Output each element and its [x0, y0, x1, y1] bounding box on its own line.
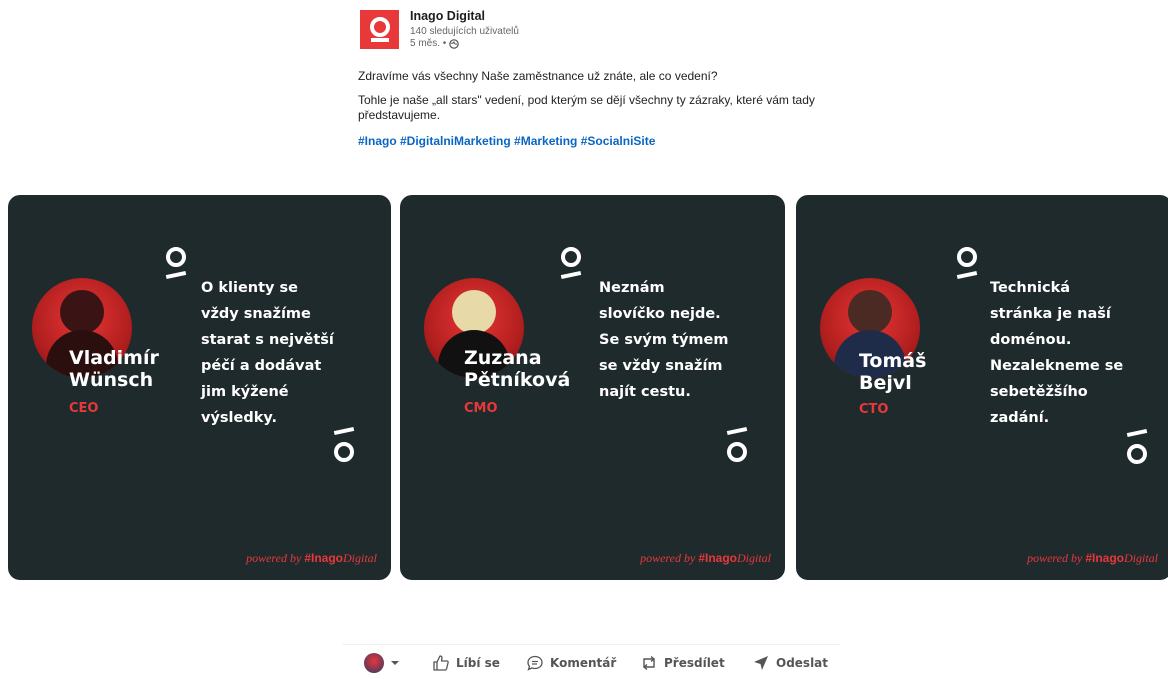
quote-line: najít cestu. — [599, 384, 691, 400]
powered-by-label: powered by #InagoDigital — [640, 551, 771, 566]
person-name: Tomáš Bejvl — [859, 350, 926, 394]
like-label: Líbí se — [456, 655, 500, 670]
powered-brand: #Inago — [1085, 551, 1124, 565]
follower-count: 140 sledujících uživatelů — [410, 26, 519, 37]
person-name-line1: Zuzana — [464, 347, 542, 369]
powered-prefix: powered by — [1027, 551, 1086, 565]
inago-mark-icon — [333, 426, 355, 462]
inago-logo-icon — [369, 16, 390, 42]
quote-line: Technická — [990, 280, 1071, 296]
quote-line: sebetěžšího — [990, 384, 1088, 400]
company-name[interactable]: Inago Digital — [410, 9, 485, 23]
powered-prefix: powered by — [246, 551, 305, 565]
company-logo[interactable] — [360, 10, 399, 49]
person-name: Vladimír Wünsch — [69, 347, 159, 391]
quote-line: výsledky. — [201, 410, 277, 426]
quote-line: slovíčko nejde. — [599, 306, 721, 322]
person-quote: Technická stránka je naší doménou. Nezal… — [990, 275, 1123, 431]
quote-line: stránka je naší — [990, 306, 1111, 322]
post-time-label: 5 měs. • — [410, 38, 447, 49]
powered-suffix: Digital — [736, 551, 771, 565]
repost-button[interactable]: Přesdílet — [640, 645, 725, 679]
powered-brand: #Inago — [304, 551, 343, 565]
portrait-head — [60, 290, 104, 334]
carousel-card-ceo[interactable]: Vladimír Wünsch CEO O klienty se vždy sn… — [8, 195, 391, 580]
comment-button[interactable]: Komentář — [526, 645, 616, 679]
quote-line: péčí a dodávat — [201, 358, 322, 374]
comment-icon — [527, 655, 543, 671]
avatar — [364, 652, 384, 673]
powered-suffix: Digital — [342, 551, 377, 565]
person-quote: Neznám slovíčko nejde. Se svým týmem se … — [599, 275, 728, 405]
powered-brand: #Inago — [698, 551, 737, 565]
comment-label: Komentář — [550, 655, 617, 670]
person-name-line2: Wünsch — [69, 369, 154, 391]
person-name-line2: Pětníková — [464, 369, 571, 391]
like-button[interactable]: Líbí se — [432, 645, 500, 679]
inago-mark-icon — [956, 247, 978, 280]
like-icon — [433, 654, 449, 671]
globe-icon — [449, 38, 460, 49]
page: Inago Digital 140 sledujících uživatelů … — [0, 0, 1168, 679]
carousel-card-cmo[interactable]: Zuzana Pětníková CMO Neznám slovíčko nej… — [400, 195, 785, 580]
inago-mark-icon — [165, 247, 187, 280]
post-text-line2: Tohle je naše „all stars" vedení, pod kt… — [358, 93, 815, 122]
person-role: CMO — [464, 401, 498, 416]
carousel-card-cto[interactable]: Tomáš Bejvl CTO Technická stránka je naš… — [796, 195, 1168, 580]
powered-by-label: powered by #InagoDigital — [1027, 551, 1158, 566]
quote-line: zadání. — [990, 410, 1050, 426]
repost-label: Přesdílet — [664, 655, 725, 670]
inago-mark-icon — [1126, 428, 1148, 464]
repost-icon — [642, 655, 656, 670]
quote-line: jim kýžené — [201, 384, 289, 400]
person-name: Zuzana Pětníková — [464, 347, 570, 391]
quote-line: Se svým týmem — [599, 332, 729, 348]
send-label: Odeslat — [776, 655, 829, 670]
chevron-down-icon — [391, 660, 399, 665]
post-hashtags[interactable]: #Inago #DigitalniMarketing #Marketing #S… — [358, 134, 655, 148]
quote-line: starat s největší — [201, 332, 334, 348]
quote-line: doménou. — [990, 332, 1072, 348]
portrait-head — [848, 290, 892, 334]
inago-mark-icon — [726, 426, 748, 462]
person-name-line1: Vladimír — [69, 347, 159, 369]
inago-mark-icon — [560, 247, 582, 280]
send-button[interactable]: Odeslat — [752, 645, 828, 679]
post-text-line1: Zdravíme vás všechny Naše zaměstnance už… — [358, 69, 718, 83]
post-action-bar: Líbí se Komentář Přesdílet Odeslat — [342, 644, 840, 679]
quote-line: O klienty se — [201, 280, 299, 296]
person-name-line1: Tomáš — [859, 350, 927, 372]
person-name-line2: Bejvl — [859, 372, 912, 394]
reaction-picker-button[interactable] — [364, 645, 400, 679]
quote-line: Neznám — [599, 280, 665, 296]
powered-suffix: Digital — [1123, 551, 1158, 565]
person-role: CTO — [859, 402, 889, 417]
post-time: 5 měs. • — [410, 38, 460, 49]
powered-prefix: powered by — [640, 551, 699, 565]
portrait-head — [452, 290, 496, 334]
quote-line: se vždy snažím — [599, 358, 723, 374]
post-header: Inago Digital 140 sledujících uživatelů … — [358, 7, 848, 155]
person-quote: O klienty se vždy snažíme starat s nejvě… — [201, 275, 334, 431]
quote-line: Nezalekneme se — [990, 358, 1124, 374]
person-role: CEO — [69, 401, 99, 416]
send-icon — [754, 655, 768, 670]
powered-by-label: powered by #InagoDigital — [246, 551, 377, 566]
quote-line: vždy snažíme — [201, 306, 311, 322]
